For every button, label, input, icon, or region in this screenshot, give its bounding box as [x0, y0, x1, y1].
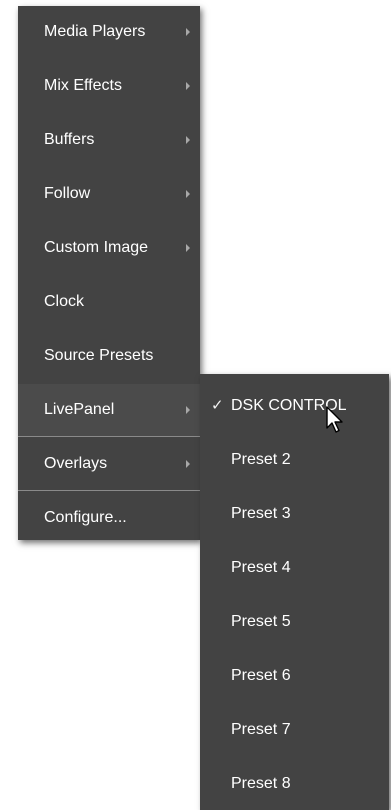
menu-item-configure[interactable]: Configure... — [18, 492, 200, 544]
menu-item-label: Overlays — [44, 455, 108, 472]
menu-item-label: Media Players — [44, 23, 146, 40]
menu-item-media-players[interactable]: Media Players — [18, 6, 200, 58]
submenu-item-preset-3[interactable]: Preset 3 — [200, 488, 389, 540]
menu-item-label: Follow — [44, 185, 91, 202]
mouse-pointer-icon — [325, 406, 347, 436]
menu-item-buffers[interactable]: Buffers — [18, 114, 200, 166]
submenu-item-preset-6[interactable]: Preset 6 — [200, 650, 389, 702]
menu-item-mix-effects[interactable]: Mix Effects — [18, 60, 200, 112]
menu-item-source-presets[interactable]: Source Presets — [18, 330, 200, 382]
menu-separator — [18, 436, 200, 437]
checkmark-icon: ✓ — [211, 397, 224, 414]
context-menu: Media Players Mix Effects Buffers Follow… — [18, 6, 200, 540]
menu-item-label: Custom Image — [44, 239, 149, 256]
menu-item-clock[interactable]: Clock — [18, 276, 200, 328]
submenu-item-preset-7[interactable]: Preset 7 — [200, 704, 389, 756]
chevron-right-icon — [186, 82, 190, 90]
submenu-item-label: Preset 8 — [231, 775, 291, 792]
menu-item-livepanel[interactable]: LivePanel — [18, 384, 200, 436]
submenu-item-preset-4[interactable]: Preset 4 — [200, 542, 389, 594]
menu-separator — [18, 490, 200, 491]
submenu-item-label: Preset 2 — [231, 451, 291, 468]
chevron-right-icon — [186, 460, 190, 468]
submenu-item-preset-2[interactable]: Preset 2 — [200, 434, 389, 486]
submenu-item-dsk-control[interactable]: ✓ DSK CONTROL — [200, 380, 389, 432]
chevron-right-icon — [186, 190, 190, 198]
menu-item-overlays[interactable]: Overlays — [18, 438, 200, 490]
menu-item-label: Buffers — [44, 131, 95, 148]
menu-item-label: LivePanel — [44, 401, 115, 418]
menu-item-follow[interactable]: Follow — [18, 168, 200, 220]
menu-item-label: Source Presets — [44, 347, 154, 364]
submenu-item-label: Preset 7 — [231, 721, 291, 738]
chevron-right-icon — [186, 28, 190, 36]
chevron-right-icon — [186, 244, 190, 252]
livepanel-submenu: ✓ DSK CONTROL Preset 2 Preset 3 Preset 4… — [200, 374, 389, 810]
chevron-right-icon — [186, 406, 190, 414]
submenu-item-preset-5[interactable]: Preset 5 — [200, 596, 389, 648]
menu-item-custom-image[interactable]: Custom Image — [18, 222, 200, 274]
submenu-item-label: Preset 4 — [231, 559, 291, 576]
submenu-item-label: Preset 6 — [231, 667, 291, 684]
chevron-right-icon — [186, 136, 190, 144]
menu-item-label: Configure... — [44, 509, 127, 526]
submenu-item-label: Preset 5 — [231, 613, 291, 630]
menu-item-label: Mix Effects — [44, 77, 122, 94]
submenu-item-label: Preset 3 — [231, 505, 291, 522]
submenu-item-preset-8[interactable]: Preset 8 — [200, 758, 389, 810]
menu-item-label: Clock — [44, 293, 85, 310]
